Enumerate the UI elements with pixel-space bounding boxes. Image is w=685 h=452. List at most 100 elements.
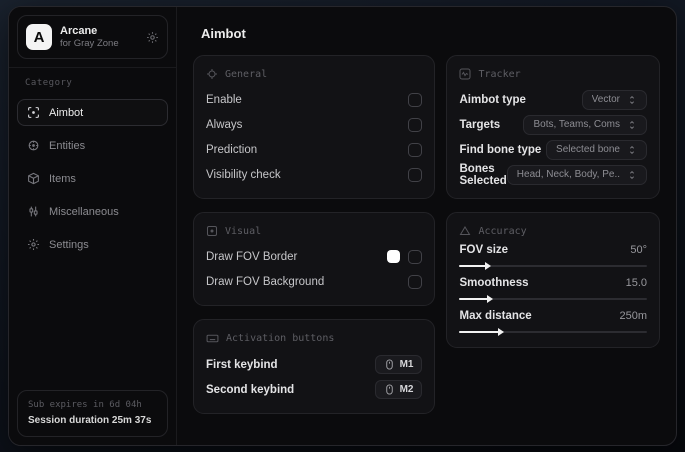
keyboard-icon: [206, 332, 219, 345]
frame-icon: [206, 225, 218, 237]
sidebar-item-label: Settings: [49, 238, 89, 251]
section-title: Activation buttons: [226, 333, 335, 344]
app-logo: A: [26, 24, 52, 50]
setting-row: Prediction: [206, 137, 423, 162]
fov-size-slider[interactable]: [459, 262, 647, 270]
aimbot-type-dropdown[interactable]: Vector: [581, 89, 647, 110]
setting-row: Visibility check: [206, 162, 423, 187]
slider-thumb[interactable]: [484, 262, 491, 270]
setting-label: Aimbot type: [459, 93, 526, 106]
app-subtitle: for Gray Zone: [60, 37, 119, 49]
radar-icon: [27, 139, 40, 152]
setting-row: Draw FOV Background: [206, 269, 423, 294]
sidebar-item-label: Miscellaneous: [49, 205, 119, 218]
setting-label: Always: [206, 118, 243, 131]
dropdown-value: Head, Neck, Body, Pe..: [516, 169, 620, 180]
setting-row: Aimbot type Vector: [459, 87, 647, 112]
section-title: Accuracy: [478, 225, 527, 237]
category-label: Category: [25, 78, 73, 88]
sidebar-item-settings[interactable]: Settings: [17, 231, 168, 258]
max-distance-slider[interactable]: [459, 328, 647, 336]
section-title: Tracker: [478, 68, 521, 80]
setting-row: Draw FOV Border: [206, 244, 423, 269]
slider-thumb[interactable]: [497, 328, 504, 336]
find-bone-type-dropdown[interactable]: Selected bone: [546, 139, 647, 160]
unfold-arrows-icon: [627, 95, 637, 105]
activity-icon: [459, 68, 471, 80]
sidebar: A Arcane for Gray Zone Category Aimbot E…: [9, 7, 177, 445]
setting-label: Enable: [206, 93, 242, 106]
section-title: General: [225, 68, 268, 80]
session-duration-text: Session duration 25m 37s: [28, 414, 152, 426]
keybind-value: M2: [399, 384, 414, 395]
setting-label: Targets: [459, 118, 501, 131]
mouse-icon: [384, 384, 395, 395]
setting-label: Draw FOV Border: [206, 250, 298, 263]
targets-dropdown[interactable]: Bots, Teams, Coms: [523, 114, 647, 135]
setting-label: Visibility check: [206, 168, 281, 181]
bones-selected-dropdown[interactable]: Head, Neck, Body, Pe..: [506, 164, 647, 185]
setting-label: Smoothness: [459, 277, 529, 289]
sidebar-item-label: Items: [49, 172, 76, 185]
visual-card: Visual Draw FOV Border Draw FOV Backgrou…: [193, 212, 436, 306]
dropdown-value: Bots, Teams, Coms: [533, 119, 620, 130]
activation-buttons-card: Activation buttons First keybind M1 Seco…: [193, 319, 436, 414]
slider-thumb[interactable]: [486, 295, 493, 303]
app-title: Arcane: [60, 24, 98, 37]
app-window: A Arcane for Gray Zone Category Aimbot E…: [8, 6, 677, 446]
draw-fov-background-checkbox[interactable]: [408, 274, 423, 289]
setting-row: Always: [206, 112, 423, 137]
keybind-value: M1: [399, 359, 414, 370]
max-distance-value: 250m: [619, 310, 647, 322]
sidebar-item-items[interactable]: Items: [17, 165, 168, 192]
setting-label: Draw FOV Background: [206, 275, 325, 288]
setting-label: Prediction: [206, 143, 258, 156]
setting-label: Find bone type: [459, 143, 542, 156]
sidebar-divider: [9, 67, 176, 68]
first-keybind-button[interactable]: M1: [374, 355, 423, 374]
always-checkbox[interactable]: [408, 117, 423, 132]
smoothness-setting: Smoothness 15.0: [459, 277, 647, 303]
general-card: General Enable Always Prediction Visibil…: [193, 55, 436, 199]
app-header: A Arcane for Gray Zone: [17, 15, 168, 59]
candlestick-icon: [27, 205, 40, 218]
enable-checkbox[interactable]: [408, 92, 423, 107]
smoothness-slider[interactable]: [459, 295, 647, 303]
gear-icon: [27, 238, 40, 251]
cube-icon: [27, 172, 40, 185]
setting-label: Second keybind: [206, 383, 295, 396]
triangle-icon: [459, 225, 471, 237]
prediction-checkbox[interactable]: [408, 142, 423, 157]
sidebar-item-aimbot[interactable]: Aimbot: [17, 99, 168, 126]
unfold-arrows-icon: [627, 120, 637, 130]
fov-size-setting: FOV size 50°: [459, 244, 647, 270]
tracker-card: Tracker Aimbot type Vector Targets Bots,…: [446, 55, 660, 199]
mouse-icon: [384, 359, 395, 370]
main-content: Aimbot General Enable Always Prediction …: [177, 7, 676, 445]
subscription-status: Sub expires in 6d 04h Session duration 2…: [17, 389, 168, 437]
smoothness-value: 15.0: [625, 277, 647, 289]
sidebar-item-label: Entities: [49, 139, 86, 152]
sidebar-item-miscellaneous[interactable]: Miscellaneous: [17, 198, 168, 225]
settings-gear-icon[interactable]: [146, 31, 159, 44]
sidebar-item-label: Aimbot: [49, 106, 84, 119]
crosshair-icon: [206, 68, 218, 80]
setting-row: Enable: [206, 87, 423, 112]
accuracy-card: Accuracy FOV size 50° Smoothness 15.0 Ma…: [446, 212, 660, 348]
setting-row: First keybind M1: [206, 352, 423, 377]
fov-size-value: 50°: [630, 244, 647, 256]
setting-row: Find bone type Selected bone: [459, 137, 647, 162]
dropdown-value: Vector: [591, 94, 620, 105]
second-keybind-button[interactable]: M2: [374, 380, 423, 399]
crosshair-icon: [27, 106, 40, 119]
draw-fov-border-checkbox[interactable]: [408, 249, 423, 264]
setting-row: Bones Selected Head, Neck, Body, Pe..: [459, 162, 647, 187]
setting-row: Targets Bots, Teams, Coms: [459, 112, 647, 137]
fov-border-color-swatch[interactable]: [387, 250, 401, 263]
section-title: Visual: [225, 225, 262, 237]
max-distance-setting: Max distance 250m: [459, 310, 647, 336]
visibility-check-checkbox[interactable]: [408, 167, 423, 182]
sidebar-item-entities[interactable]: Entities: [17, 132, 168, 159]
dropdown-value: Selected bone: [556, 144, 620, 155]
setting-row: Second keybind M2: [206, 377, 423, 402]
